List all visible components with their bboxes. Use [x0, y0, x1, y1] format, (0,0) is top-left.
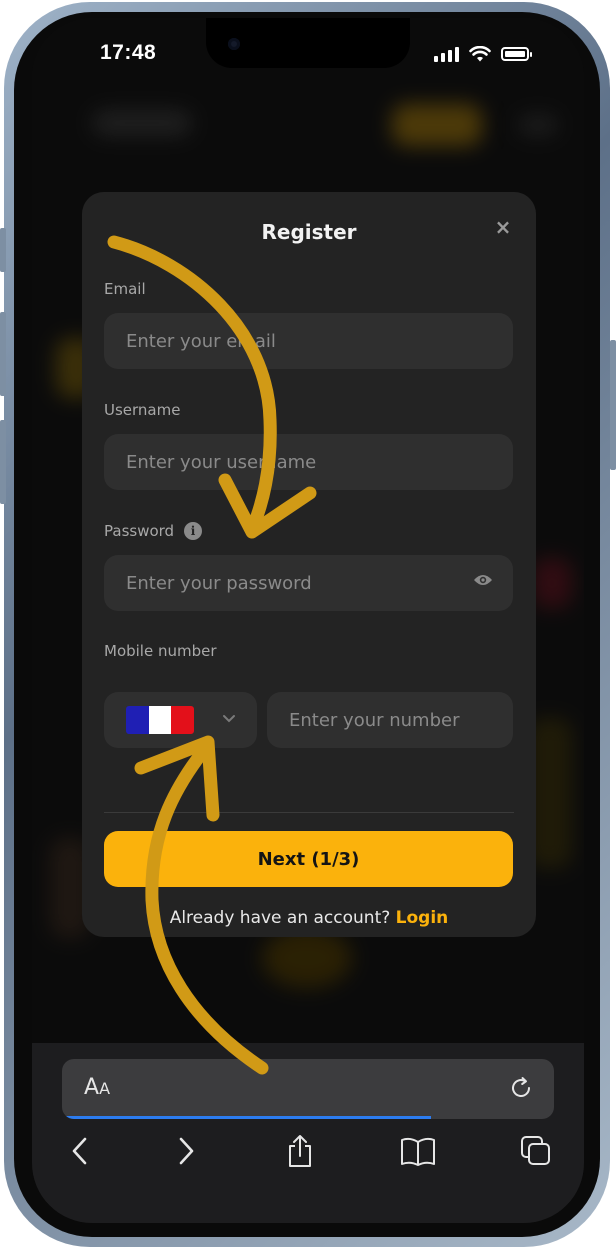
divider — [104, 812, 514, 813]
eye-icon[interactable] — [473, 573, 493, 587]
info-icon[interactable]: i — [184, 522, 203, 540]
password-label-text: Password — [104, 522, 175, 540]
login-prompt-text: Already have an account? — [169, 908, 391, 928]
back-icon[interactable] — [60, 1131, 100, 1171]
camera-icon — [228, 38, 240, 50]
phone-number-field[interactable]: Enter your number — [267, 692, 513, 748]
phone-placeholder: Enter your number — [289, 709, 460, 731]
phone-screen: 17:48 Register × Email Enter your email … — [32, 18, 584, 1223]
tabs-icon[interactable] — [516, 1131, 556, 1171]
share-icon[interactable] — [280, 1131, 320, 1171]
chevron-down-icon — [223, 715, 235, 723]
page-load-progress — [62, 1116, 431, 1119]
mobile-label: Mobile number — [104, 642, 217, 660]
next-button[interactable]: Next (1/3) — [104, 831, 513, 887]
reload-icon[interactable] — [508, 1075, 534, 1101]
email-label: Email — [104, 280, 146, 298]
address-label: AA — [84, 1075, 111, 1100]
close-icon[interactable]: × — [492, 216, 514, 238]
side-button-volume-up — [0, 312, 6, 396]
email-placeholder: Enter your email — [126, 330, 276, 352]
login-link[interactable]: Login — [396, 908, 449, 928]
side-button-silent — [0, 228, 6, 272]
reader-text-size-button[interactable]: AA — [84, 1075, 110, 1100]
username-field[interactable]: Enter your username — [104, 434, 513, 490]
address-bar[interactable]: AA — [62, 1059, 554, 1119]
side-button-volume-down — [0, 420, 6, 504]
password-label: Password i — [104, 522, 203, 540]
signal-icon — [434, 46, 459, 62]
forward-icon[interactable] — [166, 1131, 206, 1171]
login-prompt: Already have an account? Login — [82, 908, 536, 928]
password-field[interactable]: Enter your password — [104, 555, 513, 611]
status-icons — [434, 44, 532, 64]
bookmarks-icon[interactable] — [398, 1131, 438, 1171]
modal-title: Register — [261, 220, 357, 244]
register-modal: Register × Email Enter your email Userna… — [82, 192, 536, 937]
email-label-text: Email — [104, 280, 146, 298]
username-label-text: Username — [104, 401, 181, 419]
side-button-power — [610, 340, 616, 470]
password-placeholder: Enter your password — [126, 572, 312, 594]
username-placeholder: Enter your username — [126, 451, 317, 473]
browser-toolbar: AA — [32, 1043, 584, 1223]
status-time: 17:48 — [100, 41, 157, 64]
mobile-label-text: Mobile number — [104, 642, 217, 660]
wifi-icon — [469, 45, 491, 61]
france-flag-icon — [126, 706, 194, 734]
country-select[interactable] — [104, 692, 257, 748]
battery-icon — [501, 47, 532, 61]
email-field[interactable]: Enter your email — [104, 313, 513, 369]
username-label: Username — [104, 401, 180, 419]
